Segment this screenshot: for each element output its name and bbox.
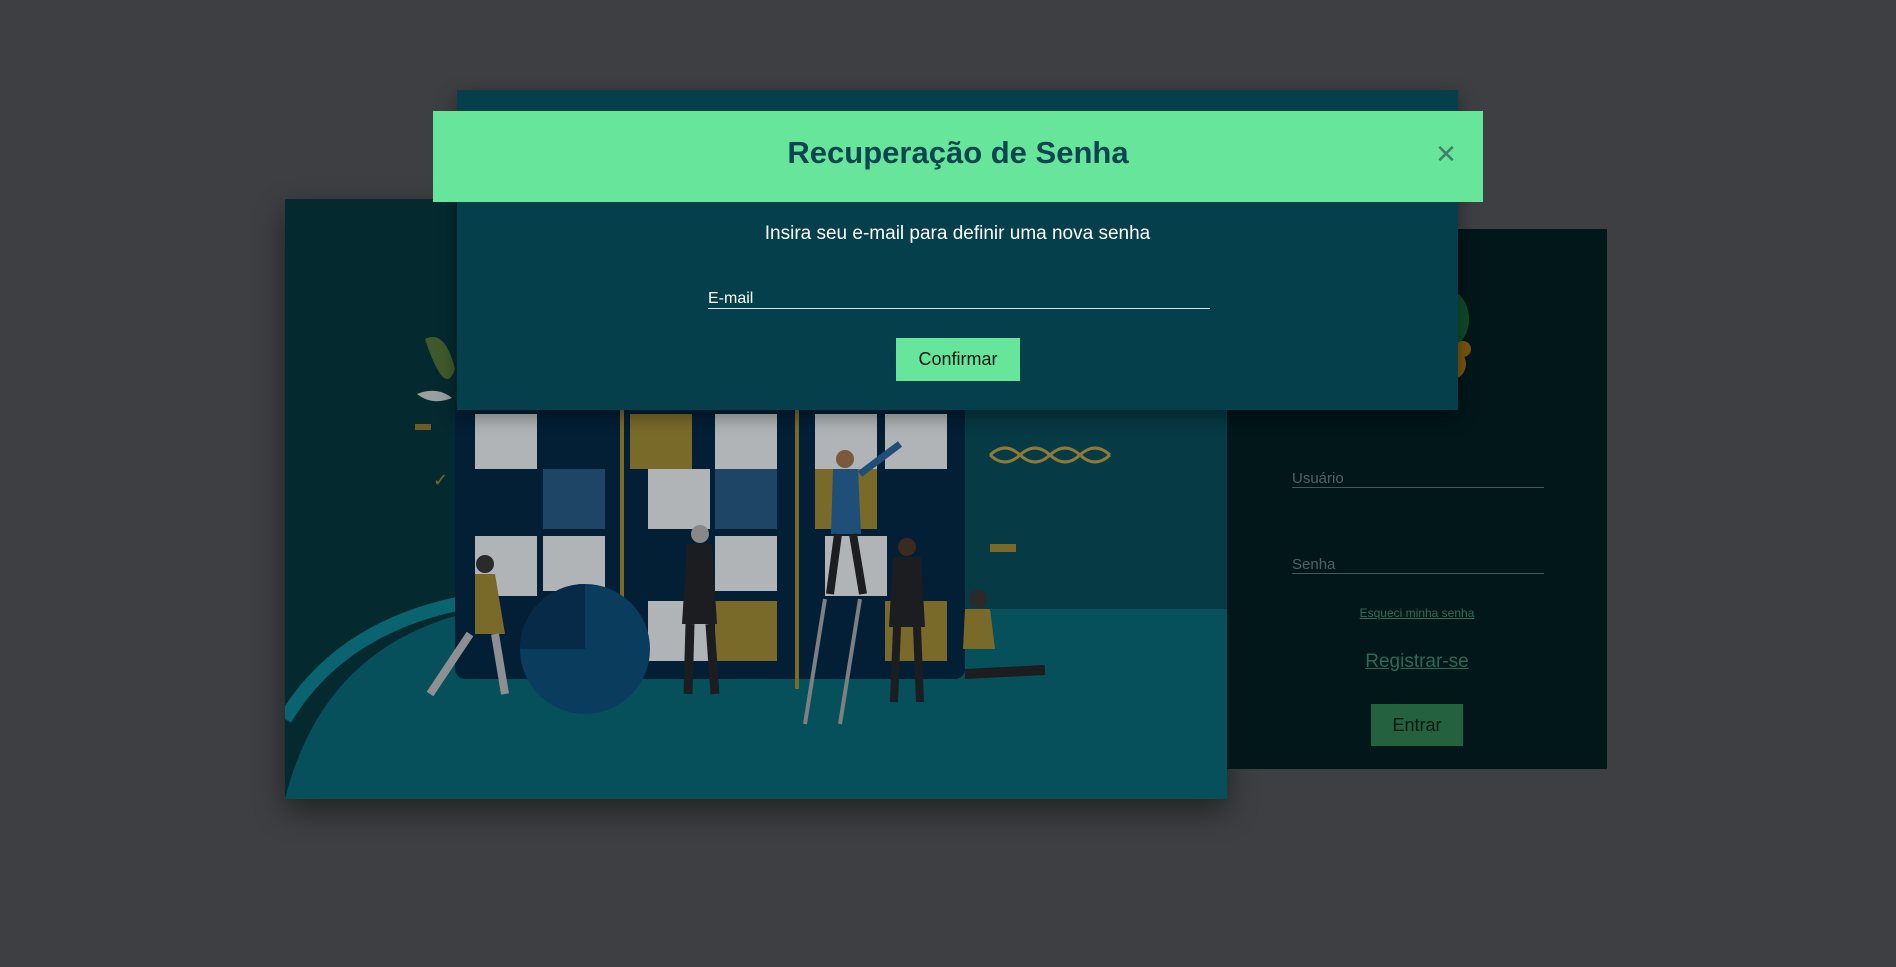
email-field[interactable]: E-mail xyxy=(708,285,1210,309)
enter-button[interactable]: Entrar xyxy=(1371,704,1463,746)
username-label: Usuário xyxy=(1292,470,1344,487)
modal-description: Insira seu e-mail para definir uma nova … xyxy=(764,223,1151,244)
close-icon[interactable]: ✕ xyxy=(1431,139,1461,169)
modal-title: Recuperação de Senha xyxy=(787,135,1129,170)
confirm-button[interactable]: Confirmar xyxy=(896,338,1020,381)
email-label: E-mail xyxy=(708,290,754,307)
password-label: Senha xyxy=(1292,556,1336,573)
modal-header: Recuperação de Senha ✕ xyxy=(433,111,1483,202)
username-field[interactable]: Usuário xyxy=(1292,465,1544,488)
svg-text:✓: ✓ xyxy=(433,470,448,490)
register-link[interactable]: Registrar-se xyxy=(1227,651,1607,673)
forgot-password-link[interactable]: Esqueci minha senha xyxy=(1227,606,1607,620)
password-field[interactable]: Senha xyxy=(1292,551,1544,574)
